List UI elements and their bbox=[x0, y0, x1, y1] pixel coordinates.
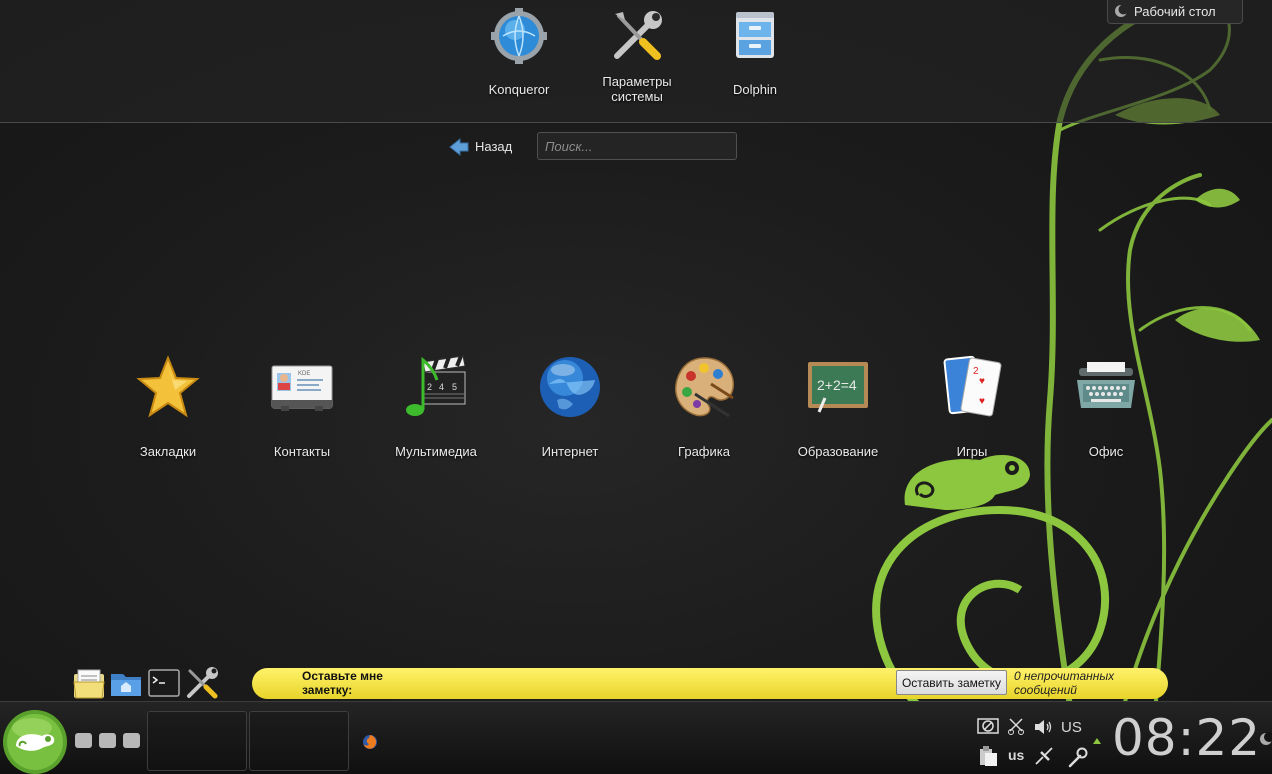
category-internet[interactable]: Интернет bbox=[510, 354, 630, 459]
category-label: Контакты bbox=[273, 444, 331, 459]
pager-desktop-3[interactable] bbox=[123, 733, 140, 748]
svg-text:5: 5 bbox=[452, 382, 457, 392]
home-folder-icon[interactable] bbox=[109, 666, 143, 700]
firefox-icon[interactable] bbox=[362, 734, 378, 750]
svg-text:♥: ♥ bbox=[979, 376, 985, 387]
keyboard-layout-upper[interactable]: US bbox=[1061, 719, 1082, 736]
leave-note-button[interactable]: Оставить заметку bbox=[896, 670, 1007, 695]
favorite-label: Konqueror bbox=[488, 82, 550, 97]
category-education[interactable]: 2+2=4 Образование bbox=[778, 354, 898, 459]
note-widget: Оставьте мне заметку: Оставить заметку 0… bbox=[252, 668, 1168, 699]
category-label: Образование bbox=[797, 444, 879, 459]
desktop-button-label: Рабочий стол bbox=[1134, 4, 1216, 19]
card-brand-text: KDE bbox=[298, 371, 310, 377]
connection-plug-icon[interactable] bbox=[1033, 746, 1055, 766]
unread-messages: 0 непрочитанных сообщений bbox=[1014, 669, 1115, 697]
settings-tools-icon[interactable] bbox=[185, 666, 219, 700]
task-slot[interactable] bbox=[147, 711, 247, 771]
task-slot[interactable] bbox=[249, 711, 349, 771]
tray-expand-arrow-icon[interactable] bbox=[1092, 737, 1102, 745]
category-contacts[interactable]: KDE Контакты bbox=[242, 354, 362, 459]
favorite-dolphin[interactable]: Dolphin bbox=[700, 8, 810, 97]
keyboard-layout-lower[interactable]: us bbox=[1008, 747, 1024, 763]
clipboard-scissors-icon[interactable] bbox=[1006, 717, 1026, 735]
clock[interactable]: 08:22 bbox=[1112, 708, 1261, 768]
palette-icon bbox=[675, 357, 734, 418]
file-cabinet-icon bbox=[736, 12, 774, 58]
chalkboard-text: 2+2=4 bbox=[817, 377, 857, 393]
chalkboard-icon: 2+2=4 bbox=[808, 362, 868, 413]
category-games[interactable]: 2 ♥ ♥ Игры bbox=[912, 354, 1032, 459]
globe-icon bbox=[540, 357, 600, 417]
svg-text:4: 4 bbox=[439, 382, 444, 392]
arrow-left-icon bbox=[449, 137, 469, 157]
globe-gear-icon bbox=[491, 8, 547, 64]
opensuse-menu-icon[interactable] bbox=[0, 706, 70, 774]
note-prompt: Оставьте мне заметку: bbox=[302, 669, 383, 697]
favorite-label: Dolphin bbox=[732, 82, 778, 97]
cards-icon: 2♥♥ bbox=[943, 355, 1002, 417]
terminal-icon[interactable] bbox=[147, 666, 181, 700]
pager-desktop-1[interactable] bbox=[75, 733, 92, 748]
category-graphics[interactable]: Графика bbox=[644, 354, 764, 459]
pager-desktop-2[interactable] bbox=[99, 733, 116, 748]
category-label: Офис bbox=[1088, 444, 1124, 459]
panel-settings-moon-icon[interactable] bbox=[1258, 731, 1272, 747]
wrench-icon[interactable] bbox=[1066, 746, 1088, 768]
favorite-system-settings[interactable]: Параметры системы bbox=[582, 8, 692, 104]
favorite-label: Параметры системы bbox=[602, 74, 672, 104]
category-bookmarks[interactable]: Закладки bbox=[108, 354, 228, 459]
category-label: Закладки bbox=[139, 444, 197, 459]
category-label: Игры bbox=[956, 444, 988, 459]
category-label: Графика bbox=[678, 444, 730, 459]
category-label: Мультимедиа bbox=[395, 444, 477, 459]
typewriter-icon bbox=[1077, 362, 1135, 408]
notes-folder-icon[interactable] bbox=[72, 666, 106, 700]
category-multimedia[interactable]: 245 Мультимедиа bbox=[376, 354, 496, 459]
contact-card-icon: KDE bbox=[271, 365, 333, 411]
clipboard-icon[interactable] bbox=[977, 745, 999, 767]
favorite-konqueror[interactable]: Konqueror bbox=[464, 8, 574, 97]
back-button-label: Назад bbox=[475, 139, 513, 154]
svg-text:♥: ♥ bbox=[979, 396, 985, 407]
network-icon[interactable] bbox=[977, 717, 999, 735]
star-icon bbox=[136, 355, 200, 418]
search-input[interactable] bbox=[537, 132, 737, 160]
multimedia-icon: 245 bbox=[406, 355, 466, 416]
category-label: Интернет bbox=[541, 444, 599, 459]
desktop-button[interactable]: Рабочий стол bbox=[1107, 0, 1243, 24]
category-office[interactable]: Офис bbox=[1046, 354, 1166, 459]
volume-icon[interactable] bbox=[1033, 718, 1053, 736]
tools-icon bbox=[614, 11, 662, 60]
moon-icon bbox=[1115, 4, 1128, 17]
svg-text:2: 2 bbox=[427, 382, 432, 392]
